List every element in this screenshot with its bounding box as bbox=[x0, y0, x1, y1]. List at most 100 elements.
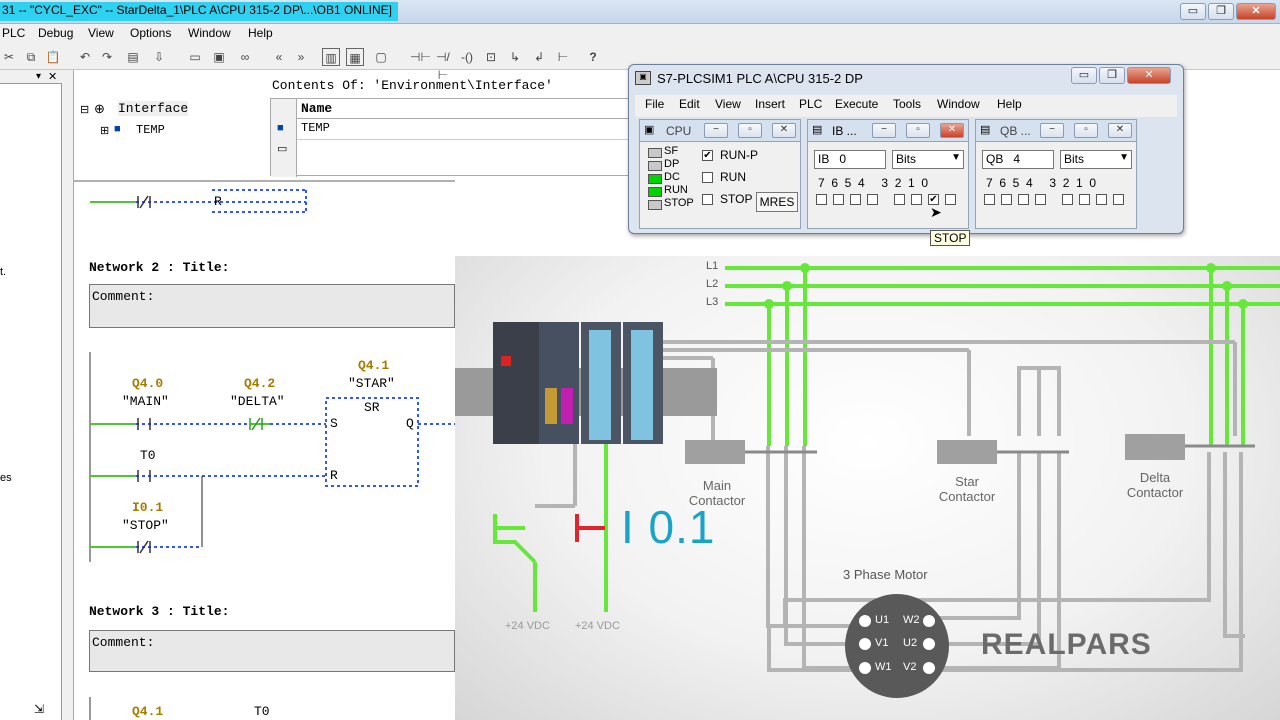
menu-plc[interactable]: PLC bbox=[2, 26, 25, 40]
previous-icon[interactable]: « bbox=[270, 48, 288, 66]
plcsim-window[interactable]: ▣ S7-PLCSIM1 PLC A\CPU 315-2 DP ▭ ❐ ✕ Fi… bbox=[628, 64, 1184, 234]
box-icon[interactable]: ⊡ bbox=[482, 48, 500, 66]
led-dp bbox=[648, 161, 662, 171]
ib-bit-5[interactable] bbox=[850, 194, 861, 205]
minimize-button[interactable]: ▭ bbox=[1180, 3, 1206, 20]
ib-bit-3[interactable] bbox=[894, 194, 905, 205]
ib-area: IB bbox=[818, 152, 830, 166]
table-row-temp[interactable]: TEMP bbox=[301, 121, 330, 135]
ib-minimize-button[interactable]: − bbox=[872, 123, 896, 138]
qb-minimize-button[interactable]: − bbox=[1040, 123, 1064, 138]
ib-maximize-button[interactable]: ▫ bbox=[906, 123, 930, 138]
run-p-checkbox[interactable]: ✔ bbox=[702, 150, 713, 161]
qb-format-select[interactable]: Bits ▼ bbox=[1060, 150, 1132, 169]
plcsim-menu-tools[interactable]: Tools bbox=[893, 97, 921, 111]
qb-bit-5[interactable] bbox=[1018, 194, 1029, 205]
next-icon[interactable]: » bbox=[292, 48, 310, 66]
plcsim-menu-help[interactable]: Help bbox=[997, 97, 1022, 111]
qb-address-field[interactable]: QB 4 bbox=[982, 150, 1054, 169]
expand-icon[interactable]: ⊞ bbox=[100, 124, 109, 137]
ib-panel-icon: ▤ bbox=[812, 124, 823, 136]
q41-symbol: "STAR" bbox=[348, 376, 395, 391]
plcsim-menu-file[interactable]: File bbox=[645, 97, 664, 111]
star-delta-diagram: L1 L2 L3 Main Contactor Star Contactor D… bbox=[455, 256, 1280, 720]
branch-open-icon[interactable]: ↳ bbox=[506, 48, 524, 66]
maximize-button[interactable]: ❐ bbox=[1208, 3, 1234, 20]
coil-icon[interactable]: -() bbox=[458, 48, 476, 66]
qb-bit-1[interactable] bbox=[1096, 194, 1107, 205]
qb-bit-4[interactable] bbox=[1035, 194, 1046, 205]
chevron-down-icon: ▼ bbox=[951, 152, 961, 163]
detail-icon[interactable]: ▦ bbox=[346, 48, 364, 66]
connection-icon[interactable]: ⊢ bbox=[554, 48, 572, 66]
run-checkbox[interactable] bbox=[702, 172, 713, 183]
cut-icon[interactable]: ✂ bbox=[0, 48, 18, 66]
ib-bit-0[interactable] bbox=[945, 194, 956, 205]
mres-button[interactable]: MRES bbox=[756, 192, 798, 212]
ib-close-button[interactable]: ✕ bbox=[940, 123, 964, 138]
monitor-icon[interactable]: ▭ bbox=[186, 48, 204, 66]
download-icon[interactable]: ⇩ bbox=[150, 48, 168, 66]
no-contact-icon[interactable]: ⊣⊢ bbox=[410, 48, 431, 66]
ib-bit-7[interactable] bbox=[816, 194, 827, 205]
collapse-icon[interactable]: ⊟ bbox=[80, 103, 89, 116]
redo-icon[interactable]: ↷ bbox=[98, 48, 116, 66]
ib-bit-6[interactable] bbox=[833, 194, 844, 205]
ib-bit-2[interactable] bbox=[911, 194, 922, 205]
plcsim-menu-view[interactable]: View bbox=[715, 97, 741, 111]
plcsim-menu-plc[interactable]: PLC bbox=[799, 97, 822, 111]
ib-bit-4[interactable] bbox=[867, 194, 878, 205]
glasses-icon[interactable]: ∞ bbox=[236, 48, 254, 66]
stop-checkbox[interactable] bbox=[702, 194, 713, 205]
menu-window[interactable]: Window bbox=[188, 26, 231, 40]
splitter-pane[interactable] bbox=[62, 70, 74, 720]
cpu-minimize-button[interactable]: − bbox=[704, 123, 728, 138]
plcsim-close-button[interactable]: ✕ bbox=[1127, 67, 1171, 84]
tree-item-temp[interactable]: TEMP bbox=[136, 123, 165, 137]
plcsim-menu-edit[interactable]: Edit bbox=[679, 97, 700, 111]
paste-icon[interactable]: 📋 bbox=[44, 48, 62, 66]
ladder-editor[interactable]: R Network 2 : Title: Comment: Q4.0 "MAIN… bbox=[74, 180, 455, 720]
menu-view[interactable]: View bbox=[88, 26, 114, 40]
print-icon[interactable]: ▤ bbox=[124, 48, 142, 66]
help-context-icon[interactable]: ? bbox=[584, 48, 602, 66]
pane-dropdown-icon[interactable]: ▾ bbox=[36, 71, 41, 82]
terminal-v2: V2 bbox=[903, 661, 917, 673]
plcsim-menu-insert[interactable]: Insert bbox=[755, 97, 785, 111]
plcsim-maximize-button[interactable]: ❐ bbox=[1099, 67, 1125, 84]
nc-contact-icon[interactable]: ⊣/⊢ bbox=[434, 48, 452, 82]
ib-address-field[interactable]: IB 0 bbox=[814, 150, 886, 169]
qb-bit-7[interactable] bbox=[984, 194, 995, 205]
qb-bit-6[interactable] bbox=[1001, 194, 1012, 205]
overview-icon[interactable]: ▥ bbox=[322, 48, 340, 66]
network-3-comment[interactable]: Comment: bbox=[89, 630, 455, 672]
menu-options[interactable]: Options bbox=[130, 26, 171, 40]
cpu-maximize-button[interactable]: ▫ bbox=[738, 123, 762, 138]
plcsim-menu-execute[interactable]: Execute bbox=[835, 97, 878, 111]
plcsim-menu-window[interactable]: Window bbox=[937, 97, 980, 111]
pane-close-icon[interactable]: ✕ bbox=[48, 70, 57, 83]
network-icon[interactable]: ▢ bbox=[372, 48, 390, 66]
network-2-comment[interactable]: Comment: bbox=[89, 284, 455, 328]
menu-debug[interactable]: Debug bbox=[38, 26, 73, 40]
stop-tooltip: STOP bbox=[930, 230, 971, 246]
plcsim-minimize-button[interactable]: ▭ bbox=[1071, 67, 1097, 84]
qb-bit-3[interactable] bbox=[1062, 194, 1073, 205]
undo-icon[interactable]: ↶ bbox=[76, 48, 94, 66]
cpu-panel: ▣ CPU − ▫ ✕ SF DP DC RUN STOP ✔ RUN-P RU… bbox=[639, 119, 801, 229]
display-icon[interactable]: ▣ bbox=[210, 48, 228, 66]
qb-bit-0[interactable] bbox=[1113, 194, 1124, 205]
qb-bit-2[interactable] bbox=[1079, 194, 1090, 205]
tree-item-interface[interactable]: Interface bbox=[118, 101, 189, 116]
copy-icon[interactable]: ⧉ bbox=[22, 48, 40, 66]
chevron-down-icon: ▼ bbox=[1119, 152, 1129, 163]
terminal-w1: W1 bbox=[875, 661, 892, 673]
cpu-close-button[interactable]: ✕ bbox=[772, 123, 796, 138]
branch-close-icon[interactable]: ↲ bbox=[530, 48, 548, 66]
row-temp-icon: ■ bbox=[277, 122, 284, 134]
menu-help[interactable]: Help bbox=[248, 26, 273, 40]
close-button[interactable]: ✕ bbox=[1236, 3, 1276, 20]
qb-close-button[interactable]: ✕ bbox=[1108, 123, 1132, 138]
qb-maximize-button[interactable]: ▫ bbox=[1074, 123, 1098, 138]
ib-format-select[interactable]: Bits ▼ bbox=[892, 150, 964, 169]
